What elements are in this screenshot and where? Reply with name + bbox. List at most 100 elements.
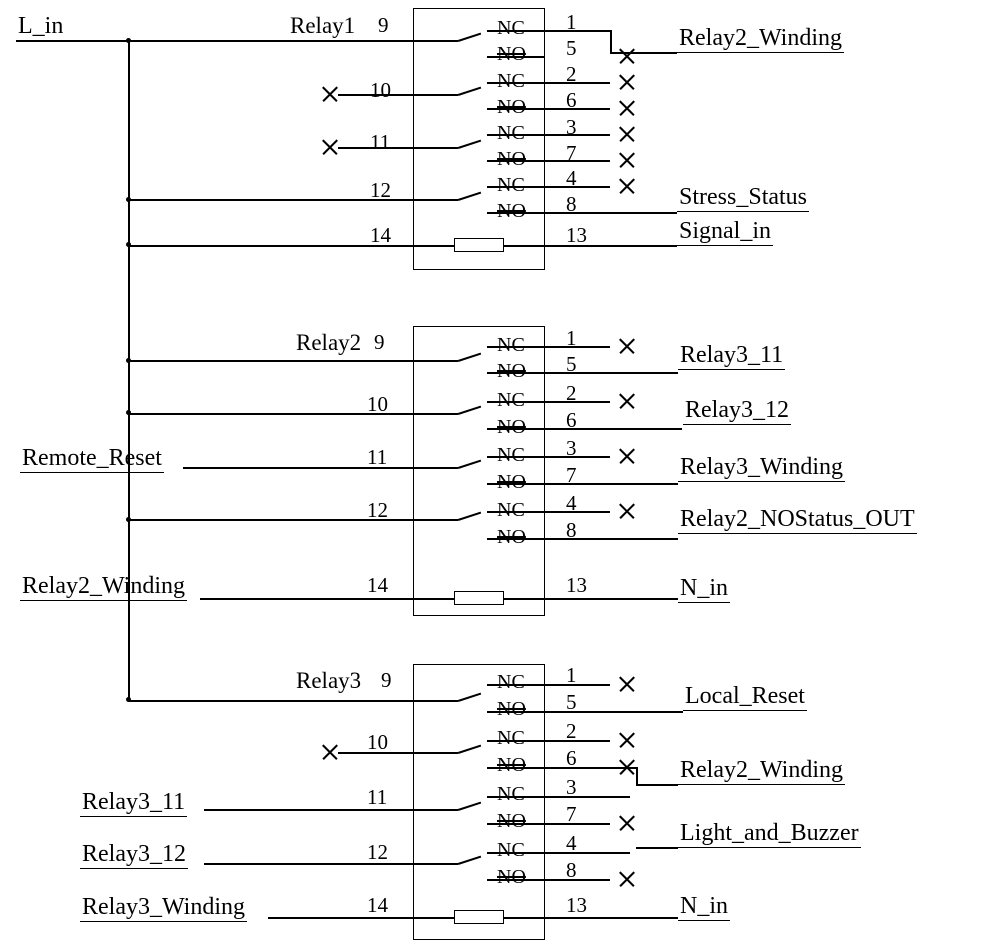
x-r1-out6: [617, 98, 637, 118]
r1-stub9: [413, 40, 458, 42]
r3-coil-l: [413, 917, 454, 919]
r1-r-3: [487, 134, 545, 136]
wire-r2-out3: [545, 456, 610, 458]
wire-r3-out1: [545, 684, 610, 686]
r3-r-7: [487, 823, 545, 825]
x-r3-out8: [617, 869, 637, 889]
wire-r1-10: [338, 94, 413, 96]
r3-pin13: 13: [566, 893, 587, 918]
label-light-and-buzzer: Light_and_Buzzer: [678, 820, 861, 848]
r1-stub11: [413, 147, 458, 149]
r1-r-8: [487, 212, 545, 214]
x-r1-out4: [617, 176, 637, 196]
wire-r1-11: [338, 147, 413, 149]
wire-r2-9: [128, 360, 413, 362]
wire-r2-out1: [545, 346, 610, 348]
r1-pin10: 10: [370, 78, 391, 103]
x-r2-out3: [617, 446, 637, 466]
wire-r1-out4: [545, 186, 610, 188]
r2-r-2: [487, 401, 545, 403]
r2-r-5: [487, 372, 545, 374]
wire-r3-out7b: [636, 847, 678, 849]
x-r3-out2: [617, 730, 637, 750]
wire-r2-11: [183, 467, 413, 469]
r3-r-3: [487, 796, 545, 798]
x-r1-10: [320, 84, 340, 104]
r2-coil-r: [504, 598, 545, 600]
wire-r3-out6: [545, 767, 610, 769]
wire-r3-11: [204, 809, 413, 811]
r2-coil: [454, 591, 504, 605]
wire-r1-12: [128, 199, 413, 201]
x-r1-out7: [617, 150, 637, 170]
r2-pin13: 13: [566, 573, 587, 598]
r3-r-1: [487, 684, 545, 686]
bus-line: [128, 40, 130, 700]
label-relay3-winding: Relay3_Winding: [678, 454, 845, 482]
r3-coil: [454, 910, 504, 924]
x-r3-10: [320, 742, 340, 762]
x-r1-out5: [617, 46, 637, 66]
r1-pin11: 11: [370, 130, 390, 155]
r1-r-4: [487, 186, 545, 188]
relay2-title: Relay2: [296, 330, 361, 356]
r3-no3: NO: [497, 810, 526, 833]
wire-r1-9: [128, 40, 413, 42]
r1-coil-r: [504, 245, 545, 247]
r1-pin9: 9: [378, 13, 389, 38]
r2-pin9: 9: [374, 330, 385, 355]
wire-r3-out6v: [636, 767, 638, 785]
wire-r2-out5: [545, 372, 678, 374]
x-r2-out2: [617, 391, 637, 411]
wire-r3-out13: [545, 917, 678, 919]
r2-r-4: [487, 511, 545, 513]
r3-stub12: [413, 863, 458, 865]
label-relay3-winding-in: Relay3_Winding: [80, 894, 247, 922]
wire-r2-14: [200, 598, 413, 600]
x-r1-out2: [617, 72, 637, 92]
r1-pin7: 7: [566, 141, 577, 166]
r3-coil-r: [504, 917, 545, 919]
label-n-in-2: N_in: [678, 893, 730, 921]
r2-stub10: [413, 413, 458, 415]
x-r1-11: [320, 137, 340, 157]
r1-r-6: [487, 108, 545, 110]
r3-nc3: NC: [497, 783, 525, 806]
r3-pin12: 12: [367, 840, 388, 865]
r3-no2: NO: [497, 754, 526, 777]
r1-coil: [454, 238, 504, 252]
r2-stub9: [413, 360, 458, 362]
wire-r2-out6: [545, 428, 682, 430]
r3-nc2: NC: [497, 727, 525, 750]
r1-r-7: [487, 160, 545, 162]
r3-stub9: [413, 700, 458, 702]
wire-r1-out6: [545, 108, 610, 110]
r1-stub10: [413, 94, 458, 96]
r1-coil-l: [413, 245, 454, 247]
wire-r2-out7: [545, 483, 678, 485]
x-r2-out4: [617, 501, 637, 521]
r1-r-1: [487, 30, 545, 32]
wire-r2-10: [128, 413, 413, 415]
r3-no4: NO: [497, 866, 526, 889]
wire-r3-out2: [545, 740, 610, 742]
r2-stub11: [413, 467, 458, 469]
r1-r-2: [487, 82, 545, 84]
label-relay3-12-in: Relay3_12: [80, 841, 188, 869]
x-r3-out1: [617, 674, 637, 694]
x-r1-out3: [617, 124, 637, 144]
r3-pin11: 11: [367, 785, 387, 810]
r3-stub11: [413, 809, 458, 811]
label-relay2-nostatus-out: Relay2_NOStatus_OUT: [678, 506, 917, 534]
wire-r1-out1b: [630, 52, 677, 54]
wire-r2-out8: [545, 538, 678, 540]
label-local-reset: Local_Reset: [683, 683, 807, 711]
wire-r3-10: [338, 752, 413, 754]
wire-r2-out4: [545, 511, 610, 513]
wire-r3-out6h: [610, 767, 637, 769]
r1-pin3: 3: [566, 115, 577, 140]
label-signal-in: Signal_in: [677, 218, 773, 246]
wire-r1-out3: [545, 134, 610, 136]
wire-r2-out13: [545, 598, 678, 600]
r3-nc1: NC: [497, 671, 525, 694]
